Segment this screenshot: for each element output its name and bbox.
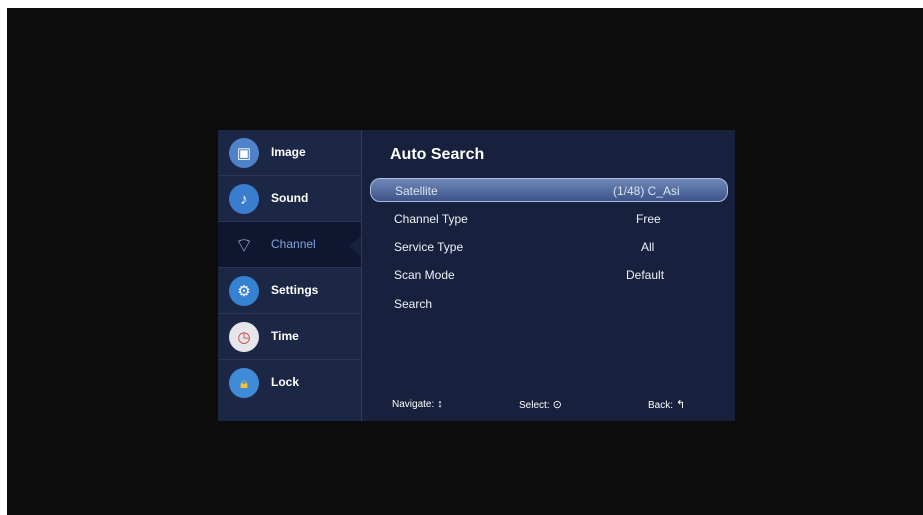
clock-icon: ◷ [229,322,259,352]
satellite-dish-icon: ⌔ [234,234,254,257]
sidebar-item-label: Settings [271,283,319,297]
menu-row-channel-type[interactable]: Channel Type Free [370,207,728,231]
sidebar-item-label: Lock [271,375,300,389]
back-arrow-icon: ↰ [676,399,686,411]
sidebar-item-sound[interactable]: ♪ Sound [218,176,361,222]
page-title: Auto Search [390,146,485,163]
row-value: Free [636,212,661,226]
menu-row-service-type[interactable]: Service Type All [370,235,728,259]
footer-select-label: Select: [519,400,550,411]
footer-back: Back: ↰ [648,398,685,411]
sidebar-item-lock[interactable]: 🔒︎ Lock [218,360,361,406]
sidebar-item-label: Time [271,329,299,343]
sidebar-item-time[interactable]: ◷ Time [218,314,361,360]
music-note-icon: ♪ [229,184,259,214]
row-label: Service Type [394,240,464,254]
sidebar-item-label: Sound [271,191,309,205]
gear-icon: ⚙ [229,276,259,306]
settings-menu: ▣ Image ♪ Sound ⌔ Channel ⚙ Settings ◷ T… [218,130,735,421]
row-label: Satellite [395,184,438,198]
row-value: Default [626,268,665,282]
row-label: Search [394,297,433,311]
row-label: Scan Mode [394,268,455,282]
row-label: Channel Type [394,212,468,226]
image-icon: ▣ [229,138,259,168]
footer-navigate-label: Navigate: [392,399,435,410]
up-down-arrows-icon: ↕ [437,398,443,410]
menu-row-scan-mode[interactable]: Scan Mode Default [370,263,728,287]
footer-back-label: Back: [648,400,674,411]
sidebar-item-image[interactable]: ▣ Image [218,130,361,176]
menu-row-satellite[interactable]: Satellite (1/48) C_Asi [370,178,728,202]
tv-screen: ▣ Image ♪ Sound ⌔ Channel ⚙ Settings ◷ T… [7,8,923,515]
sidebar-item-label: Image [271,145,306,159]
lock-icon: 🔒︎ [229,368,259,398]
menu-row-search[interactable]: Search [370,292,728,316]
sidebar-item-settings[interactable]: ⚙ Settings [218,268,361,314]
footer-select: Select: ⊙ [519,398,562,411]
sidebar-item-channel[interactable]: ⌔ Channel [218,222,361,268]
ok-button-icon: ⊙ [552,399,562,411]
row-value: (1/48) C_Asi [613,184,680,198]
row-value: All [641,240,655,254]
sidebar: ▣ Image ♪ Sound ⌔ Channel ⚙ Settings ◷ T… [218,130,362,421]
sidebar-item-label: Channel [271,237,316,251]
footer-navigate: Navigate: ↕ [392,398,443,410]
active-indicator [349,236,361,256]
